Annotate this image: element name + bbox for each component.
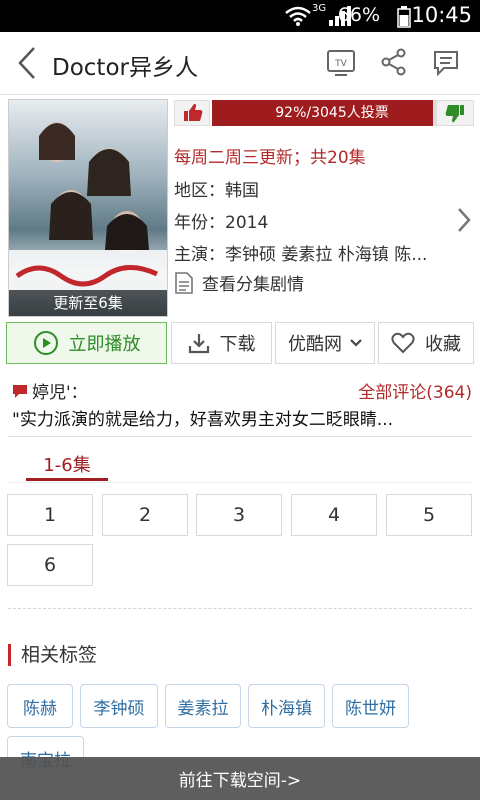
vote-text: 92%/3045人投票	[275, 105, 389, 121]
all-comments-link[interactable]: 全部评论(364)	[358, 378, 472, 403]
region-text: 地区：韩国	[174, 181, 259, 201]
document-icon	[175, 271, 193, 294]
dashed-divider	[8, 608, 472, 609]
thumbs-up-button[interactable]	[174, 100, 210, 126]
download-space-banner[interactable]: 前往下载空间->	[0, 757, 480, 800]
divider	[8, 436, 472, 437]
svg-text:TV: TV	[334, 59, 347, 69]
comment-author: 婷児'：	[12, 378, 88, 403]
thumbs-down-icon	[445, 105, 464, 123]
chevron-down-icon	[350, 339, 362, 347]
favorite-button[interactable]: 收藏	[378, 322, 474, 364]
speech-bubble-icon	[13, 384, 27, 398]
chevron-right-icon[interactable]	[456, 206, 472, 234]
episode-guide-link[interactable]: 查看分集剧情	[174, 270, 304, 295]
year-text: 年份：2014	[174, 213, 269, 233]
update-schedule: 每周二周三更新；共20集	[174, 148, 366, 168]
tag-chip[interactable]: 陈赫	[7, 684, 73, 728]
poster-image[interactable]: 更新至6集	[8, 99, 168, 317]
download-label: 下载	[219, 334, 256, 355]
favorite-label: 收藏	[425, 334, 461, 355]
episode-button[interactable]: 4	[291, 494, 377, 536]
thumbs-up-icon	[184, 103, 203, 121]
comment-author-name: 婷児'：	[32, 383, 88, 403]
related-tags-title: 相关标签	[8, 644, 97, 666]
tv-icon[interactable]: TV	[326, 49, 356, 77]
tag-chip[interactable]: 朴海镇	[248, 684, 325, 728]
source-select[interactable]: 优酷网	[275, 322, 375, 364]
tag-chip[interactable]: 陈世妍	[332, 684, 409, 728]
play-now-label: 立即播放	[68, 334, 141, 355]
comment-icon[interactable]	[432, 49, 460, 77]
cast-text: 主演：李钟硕 姜素拉 朴海镇 陈...	[174, 245, 428, 265]
back-icon[interactable]	[16, 46, 38, 80]
divider	[8, 482, 472, 483]
episode-button[interactable]: 1	[7, 494, 93, 536]
episode-button[interactable]: 3	[196, 494, 282, 536]
page-title: Doctor异乡人	[52, 55, 198, 81]
battery-icon	[397, 6, 411, 28]
comment-text: "实力派演的就是给力，好喜欢男主对女二眨眼睛...	[12, 410, 394, 430]
source-label: 优酷网	[288, 334, 342, 355]
download-icon	[188, 334, 209, 354]
poster-art	[9, 122, 167, 290]
share-icon[interactable]	[380, 48, 408, 76]
episode-button[interactable]: 5	[386, 494, 472, 536]
header-bar: Doctor异乡人 TV	[0, 32, 480, 95]
download-button[interactable]: 下载	[171, 322, 272, 364]
tab-episodes-1-6[interactable]: 1-6集	[26, 451, 108, 481]
thumbs-down-button[interactable]	[436, 100, 474, 126]
vote-progress: 92%/3045人投票	[212, 100, 452, 126]
wifi-icon	[284, 6, 312, 26]
heart-icon	[391, 332, 415, 354]
episode-guide-label: 查看分集剧情	[202, 275, 304, 295]
battery-percent: 66%	[337, 4, 380, 26]
tag-chip[interactable]: 李钟硕	[80, 684, 158, 728]
status-bar: 3G 66% 10:45	[0, 0, 480, 32]
episode-button[interactable]: 6	[7, 544, 93, 586]
vote-bar: 92%/3045人投票	[174, 100, 474, 126]
tag-chip[interactable]: 姜素拉	[165, 684, 241, 728]
play-now-button[interactable]: 立即播放	[6, 322, 167, 364]
play-icon	[33, 331, 58, 355]
poster-caption: 更新至6集	[9, 290, 167, 316]
network-type: 3G	[312, 3, 327, 14]
clock: 10:45	[411, 3, 472, 27]
episode-button[interactable]: 2	[102, 494, 188, 536]
